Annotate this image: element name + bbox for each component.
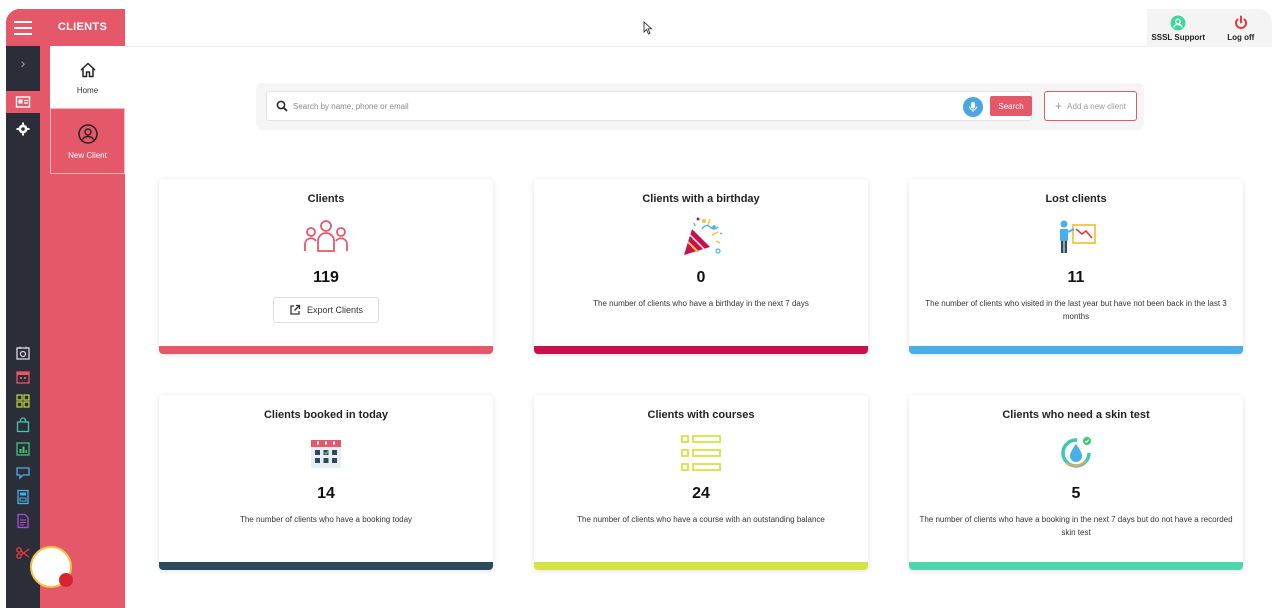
card-clients-booked-today[interactable]: Clients booked in today 14 The number of…	[159, 395, 493, 570]
export-clients-label: Export Clients	[306, 305, 364, 315]
rail-marketing-icon[interactable]	[6, 462, 40, 484]
card-title: Clients	[307, 193, 345, 205]
support-user-icon	[1170, 15, 1186, 30]
card-clients-birthday[interactable]: Clients with a birthday 0 The number of …	[534, 179, 868, 354]
rail-documents-icon[interactable]	[6, 510, 40, 532]
checklist-icon	[681, 435, 721, 471]
home-icon	[79, 62, 96, 77]
card-clients-courses[interactable]: Clients with courses 24 The number of cl…	[534, 395, 868, 570]
search-icon	[276, 100, 288, 112]
search-button[interactable]: Search	[990, 96, 1032, 116]
card-accent-bar	[534, 346, 868, 354]
card-accent-bar	[159, 562, 493, 570]
rail-clients-icon[interactable]	[6, 91, 40, 113]
card-title: Lost clients	[1045, 193, 1107, 205]
card-accent-bar	[909, 346, 1243, 354]
user-avatar[interactable]	[30, 546, 73, 588]
card-description: The number of clients who visited in the…	[925, 299, 1227, 321]
declining-chart-person-icon	[1060, 220, 1096, 253]
card-title: Clients with a birthday	[642, 193, 760, 205]
microphone-icon[interactable]	[963, 97, 983, 117]
add-client-button[interactable]: + Add a new client	[1044, 91, 1137, 121]
icon-rail: ›	[6, 9, 40, 608]
card-value: 119	[313, 269, 339, 286]
external-link-icon	[290, 304, 301, 315]
support-label: SSSL Support	[1151, 32, 1206, 42]
rail-till-icon[interactable]	[6, 486, 40, 508]
mouse-cursor-icon	[643, 21, 653, 35]
search-box: Search	[266, 91, 1032, 121]
new-client-icon	[77, 123, 98, 144]
skin-test-drop-icon	[1061, 437, 1091, 468]
app-frame: › CLIENTS Home New Client SSSL Support L…	[6, 9, 1272, 608]
sidebar-item-new-client[interactable]: New Client	[50, 108, 125, 174]
search-panel: Search + Add a new client	[256, 83, 1144, 130]
menu-icon[interactable]	[6, 9, 40, 46]
chevron-right-icon[interactable]: ›	[6, 53, 40, 73]
card-title: Clients booked in today	[263, 409, 389, 421]
card-title: Clients who need a skin test	[1002, 409, 1150, 421]
card-accent-bar	[534, 562, 868, 570]
card-accent-bar	[909, 562, 1243, 570]
top-bar: SSSL Support Log off	[125, 9, 1272, 47]
card-clients[interactable]: Clients 119 Export Clients	[159, 179, 493, 354]
rail-settings-icon[interactable]	[6, 118, 40, 140]
card-value: 14	[317, 485, 335, 502]
people-group-icon	[304, 220, 348, 252]
top-actions: SSSL Support Log off	[1147, 9, 1272, 47]
export-clients-button[interactable]: Export Clients	[273, 297, 379, 323]
power-icon	[1234, 15, 1247, 29]
card-value: 11	[1067, 269, 1085, 286]
card-lost-clients[interactable]: Lost clients 11 The number of clients wh…	[909, 179, 1243, 354]
support-button[interactable]: SSSL Support	[1147, 9, 1210, 47]
card-clients-skin-test[interactable]: Clients who need a skin test 5 The numbe…	[909, 395, 1243, 570]
clients-sidebar: CLIENTS Home New Client	[40, 9, 125, 608]
sidebar-item-label: New Client	[68, 150, 107, 160]
card-value: 5	[1071, 485, 1081, 502]
card-description: The number of clients who have a birthda…	[593, 299, 809, 308]
search-input[interactable]	[293, 97, 943, 115]
rail-calendar-icon[interactable]	[6, 342, 40, 364]
logoff-label: Log off	[1227, 32, 1255, 42]
rail-grid-icon[interactable]	[6, 390, 40, 412]
notification-dot	[59, 573, 73, 587]
card-value: 0	[696, 269, 706, 286]
sidebar-item-home[interactable]: Home	[50, 46, 125, 108]
card-accent-bar	[159, 346, 493, 354]
add-client-label: Add a new client	[1067, 101, 1126, 111]
calendar-check-icon	[311, 440, 341, 468]
card-description: The number of clients who have a booking…	[239, 515, 413, 524]
sidebar-item-label: Home	[76, 85, 99, 95]
card-title: Clients with courses	[647, 409, 755, 421]
logoff-button[interactable]: Log off	[1210, 9, 1273, 47]
card-description: The number of clients who have a course …	[577, 515, 825, 524]
rail-shopping-bag-icon[interactable]	[6, 414, 40, 436]
rail-reports-icon[interactable]	[6, 438, 40, 460]
party-popper-icon	[684, 217, 723, 255]
plus-icon: +	[1055, 99, 1063, 113]
sidebar-title: CLIENTS	[57, 21, 108, 33]
card-description: The number of clients who have a booking…	[919, 515, 1233, 537]
rail-bookings-icon[interactable]	[6, 366, 40, 388]
card-value: 24	[692, 485, 710, 502]
